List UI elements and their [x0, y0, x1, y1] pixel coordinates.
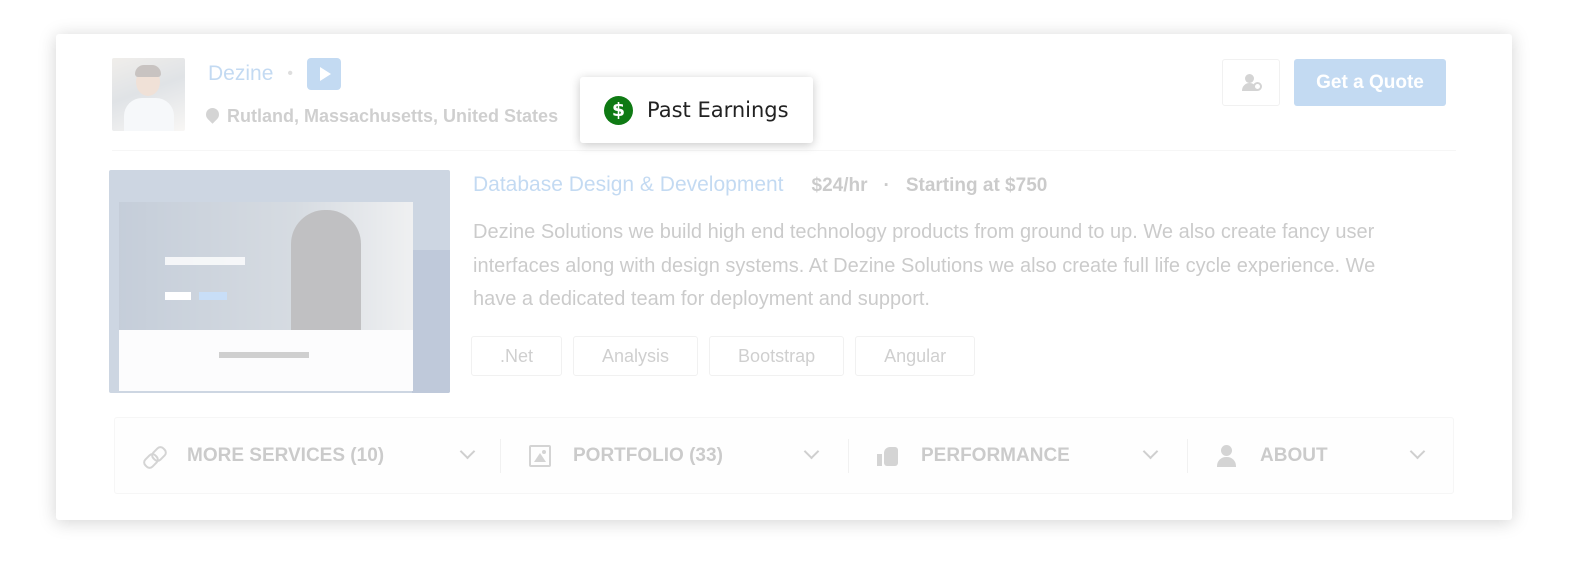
tab-more-services[interactable]: MORE SERVICES (10) [115, 418, 500, 493]
chevron-down-icon [1409, 443, 1426, 460]
pricing-separator: · [883, 175, 890, 196]
dollar-icon: $ [604, 95, 633, 125]
tab-about[interactable]: ABOUT [1188, 418, 1453, 493]
follow-button[interactable] [1222, 59, 1280, 106]
tab-performance[interactable]: PERFORMANCE [849, 418, 1187, 493]
tab-label: PORTFOLIO (33) [573, 444, 723, 466]
thumbs-up-icon [877, 445, 899, 467]
past-earnings-tooltip: $ Past Earnings [580, 77, 813, 143]
service-pricing: $24/hr · Starting at $750 [812, 175, 1048, 197]
user-icon [1216, 444, 1238, 467]
profile-name[interactable]: Dezine [208, 62, 273, 86]
tab-portfolio[interactable]: PORTFOLIO (33) [501, 418, 848, 493]
tooltip-label: Past Earnings [647, 98, 789, 122]
user-plus-icon [1241, 73, 1262, 92]
hourly-rate: $24/hr [811, 175, 868, 196]
tab-label: PERFORMANCE [921, 444, 1070, 466]
map-pin-icon [206, 108, 219, 125]
profile-tabs: MORE SERVICES (10) PORTFOLIO (33) PERFOR… [114, 417, 1454, 494]
divider [112, 150, 1456, 151]
tab-label: MORE SERVICES (10) [187, 444, 385, 466]
skill-tag[interactable]: Bootstrap [709, 336, 845, 376]
get-quote-button[interactable]: Get a Quote [1294, 59, 1446, 106]
avatar[interactable] [112, 58, 185, 131]
skill-tag[interactable]: Angular [855, 336, 976, 376]
skill-tags: .Net Analysis Bootstrap Angular [471, 336, 976, 376]
location-text: Rutland, Massachusetts, United States [227, 106, 559, 126]
image-icon [529, 444, 551, 467]
starting-price: Starting at $750 [905, 175, 1048, 196]
name-separator: • [287, 65, 293, 82]
link-icon [143, 445, 165, 467]
location: Rutland, Massachusetts, United States [206, 106, 558, 127]
service-thumbnail[interactable] [109, 170, 450, 393]
skill-tag[interactable]: Analysis [573, 336, 699, 376]
name-row: Dezine • [208, 58, 341, 90]
play-video-button[interactable] [306, 58, 341, 90]
chevron-down-icon [1142, 443, 1159, 460]
chevron-down-icon [459, 443, 476, 460]
play-icon [319, 67, 331, 81]
service-title-link[interactable]: Database Design & Development [473, 173, 784, 197]
skill-tag[interactable]: .Net [471, 336, 563, 376]
service-header: Database Design & Development $24/hr · S… [473, 173, 1047, 197]
tab-label: ABOUT [1260, 444, 1328, 466]
service-description: Dezine Solutions we build high end techn… [473, 221, 1376, 310]
chevron-down-icon [803, 443, 820, 460]
